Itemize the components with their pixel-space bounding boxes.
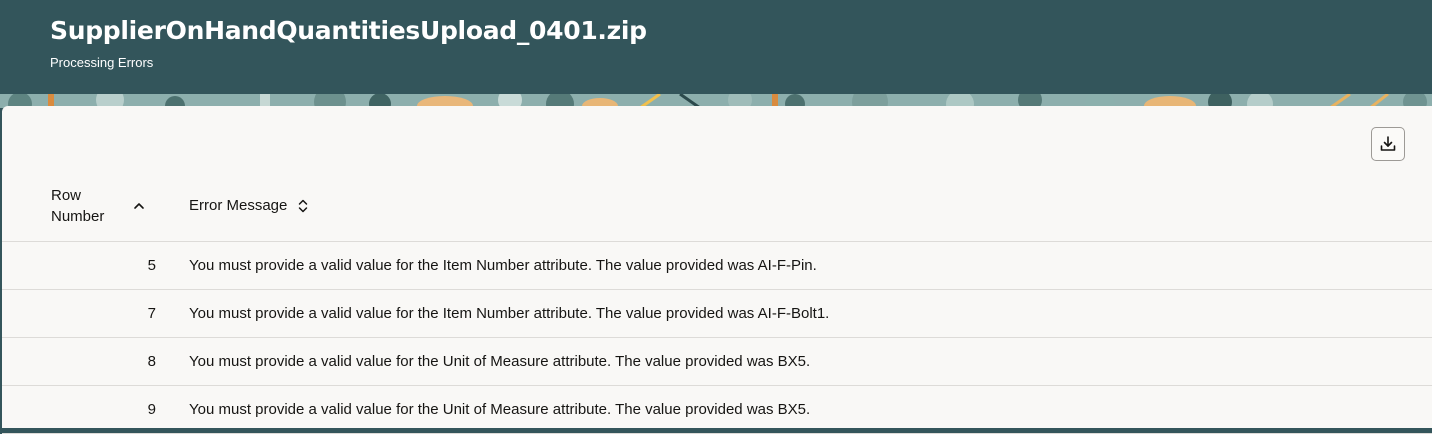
row-number-cell: 7 [147, 305, 156, 322]
error-message-cell: You must provide a valid value for the U… [189, 353, 811, 370]
error-message-cell: You must provide a valid value for the U… [189, 401, 811, 418]
download-button[interactable] [1371, 127, 1405, 161]
chevron-up-icon[interactable] [133, 201, 145, 211]
table-row[interactable]: 7 You must provide a valid value for the… [2, 290, 1432, 338]
column-header-label: Row Number [51, 186, 105, 225]
row-number-cell: 9 [147, 401, 156, 418]
page-title: SupplierOnHandQuantitiesUpload_0401.zip [50, 16, 647, 45]
error-message-cell: You must provide a valid value for the I… [189, 305, 830, 322]
download-icon [1380, 136, 1396, 151]
page-header: SupplierOnHandQuantitiesUpload_0401.zip … [0, 0, 1432, 96]
table-row[interactable]: 8 You must provide a valid value for the… [2, 338, 1432, 386]
column-header-label: Error Message [189, 197, 288, 214]
table-row[interactable]: 9 You must provide a valid value for the… [2, 386, 1432, 434]
column-header-error-message[interactable]: Error Message [189, 170, 309, 241]
page-subtitle: Processing Errors [50, 55, 154, 70]
column-header-row-number[interactable]: Row Number [51, 170, 181, 241]
row-number-cell: 8 [147, 353, 156, 370]
table-row[interactable]: 5 You must provide a valid value for the… [2, 242, 1432, 290]
errors-panel: Row Number Error Message 5 You must prov… [2, 106, 1432, 434]
error-message-cell: You must provide a valid value for the I… [189, 257, 817, 274]
sort-updown-icon[interactable] [297, 198, 309, 214]
row-number-cell: 5 [147, 257, 156, 274]
